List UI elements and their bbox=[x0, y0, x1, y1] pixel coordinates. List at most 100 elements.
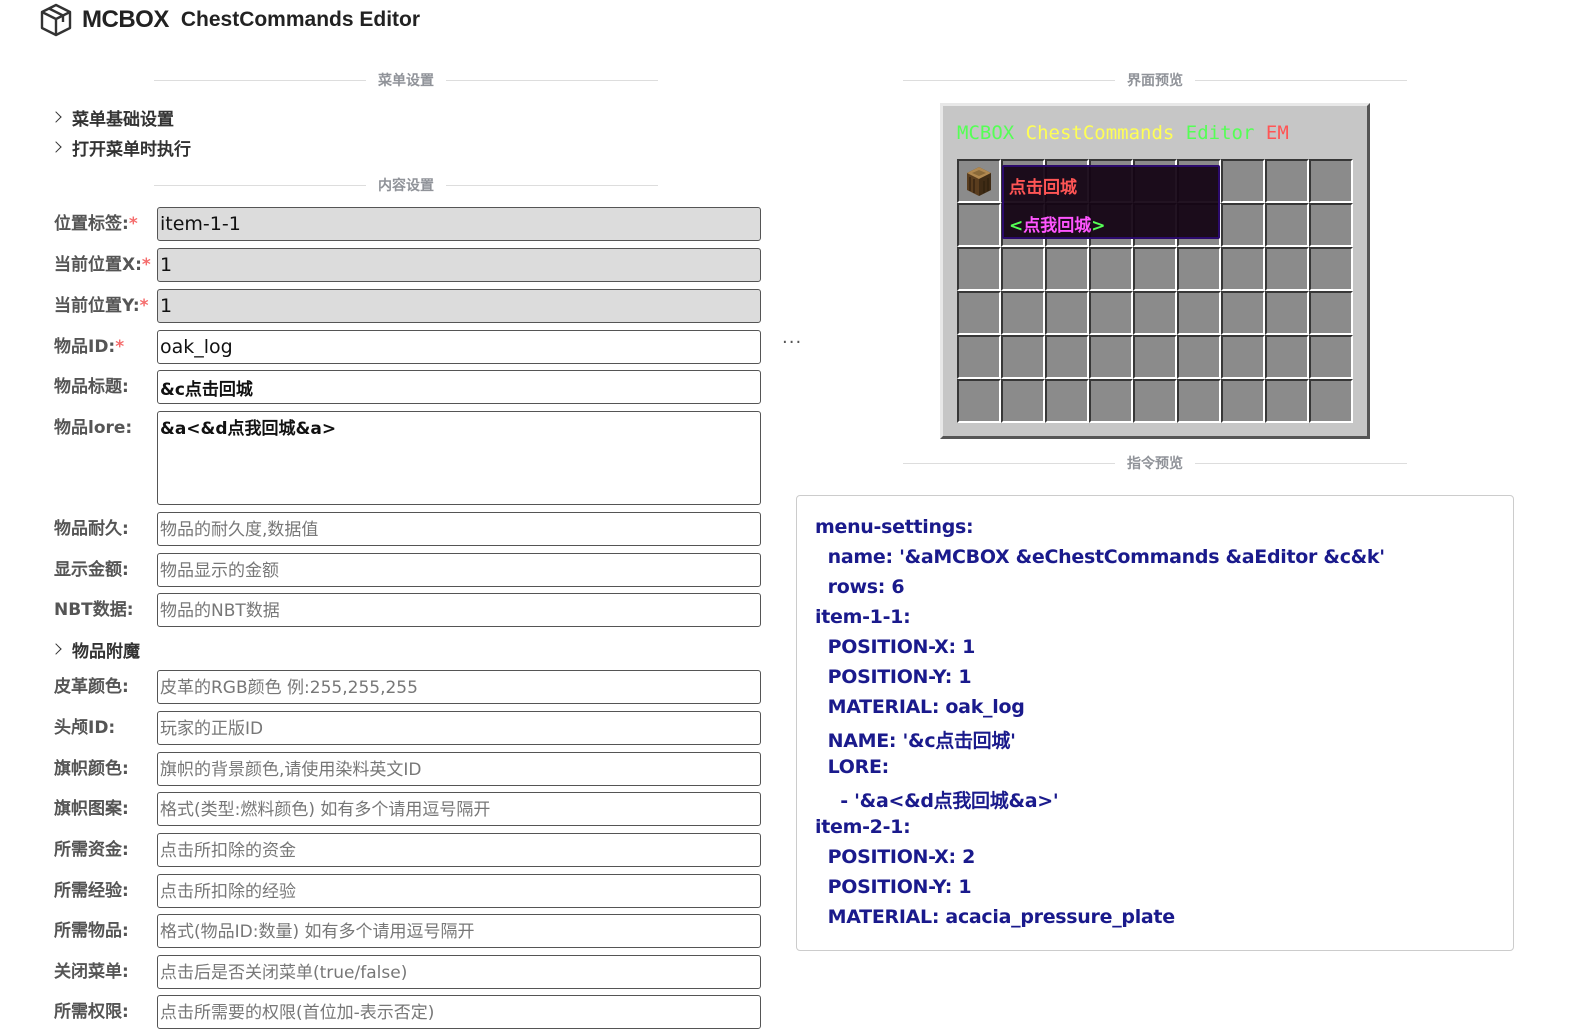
item-title-input[interactable] bbox=[157, 370, 761, 404]
oak-log-icon bbox=[967, 167, 991, 196]
inventory-slot[interactable] bbox=[957, 247, 1001, 291]
field-label: 物品lore: bbox=[54, 418, 133, 438]
tooltip-item-lore: <点我回城> bbox=[1009, 216, 1106, 236]
inventory-slot[interactable] bbox=[1265, 335, 1309, 379]
field-label: 所需资金: bbox=[54, 840, 129, 860]
inventory-slot[interactable] bbox=[1221, 335, 1265, 379]
required-items-input[interactable] bbox=[157, 914, 761, 948]
inventory-slot[interactable] bbox=[1221, 159, 1265, 203]
inventory-slot[interactable] bbox=[1265, 159, 1309, 203]
inventory-slot[interactable] bbox=[1133, 335, 1177, 379]
inventory-slot[interactable] bbox=[957, 159, 1001, 203]
field-label: 物品标题: bbox=[54, 377, 129, 397]
inventory-slot[interactable] bbox=[1177, 379, 1221, 423]
banner-color-input[interactable] bbox=[157, 752, 761, 786]
inventory-slot[interactable] bbox=[1001, 379, 1045, 423]
inventory-slot[interactable] bbox=[1089, 247, 1133, 291]
inventory-slot[interactable] bbox=[1309, 291, 1353, 335]
collapse-menu-open[interactable]: 打开菜单时执行 bbox=[50, 135, 191, 160]
app-title: ChestCommands Editor bbox=[180, 8, 421, 31]
inventory-slot[interactable] bbox=[1309, 379, 1353, 423]
required-money-input[interactable] bbox=[157, 833, 761, 867]
section-divider-command: 指令预览 bbox=[903, 453, 1407, 473]
inventory-slot[interactable] bbox=[1265, 379, 1309, 423]
inventory-slot[interactable] bbox=[1265, 203, 1309, 247]
inventory-slot[interactable] bbox=[957, 379, 1001, 423]
collapse-menu-basic[interactable]: 菜单基础设置 bbox=[50, 105, 174, 130]
inventory-slot[interactable] bbox=[1309, 203, 1353, 247]
inventory-slot[interactable] bbox=[1309, 247, 1353, 291]
inventory-slot[interactable] bbox=[1133, 379, 1177, 423]
field-label: 所需权限: bbox=[54, 1002, 129, 1022]
position-tag-input[interactable] bbox=[157, 207, 761, 241]
inventory-slot[interactable] bbox=[1045, 291, 1089, 335]
collapse-label: 物品附魔 bbox=[72, 641, 140, 662]
item-lore-textarea[interactable]: &a<&d点我回城&a> bbox=[157, 411, 761, 505]
field-label: 所需物品: bbox=[54, 921, 129, 941]
inventory-slot[interactable] bbox=[1309, 159, 1353, 203]
inventory-slot[interactable] bbox=[1045, 335, 1089, 379]
collapse-enchant[interactable]: 物品附魔 bbox=[50, 637, 140, 662]
inventory-slot[interactable] bbox=[1177, 335, 1221, 379]
command-preview-box: menu-settings: name: '&aMCBOX &eChestCom… bbox=[796, 495, 1514, 951]
section-divider-content: 内容设置 bbox=[154, 175, 658, 195]
permission-input[interactable] bbox=[157, 995, 761, 1029]
section-divider-menu: 菜单设置 bbox=[154, 70, 658, 90]
inventory-slot[interactable] bbox=[1045, 247, 1089, 291]
position-y-input[interactable] bbox=[157, 289, 761, 323]
inventory-slot[interactable] bbox=[957, 291, 1001, 335]
inventory-slot[interactable] bbox=[1221, 379, 1265, 423]
code-line: MATERIAL: oak_log bbox=[815, 696, 1025, 718]
required-exp-input[interactable] bbox=[157, 874, 761, 908]
inventory-slot[interactable] bbox=[1133, 291, 1177, 335]
chevron-right-icon bbox=[50, 111, 62, 123]
close-menu-input[interactable] bbox=[157, 955, 761, 989]
field-label: 头颅ID: bbox=[54, 718, 116, 738]
field-label: NBT数据: bbox=[54, 600, 134, 620]
inventory-slot[interactable] bbox=[1177, 247, 1221, 291]
field-label: 物品ID:* bbox=[54, 337, 125, 357]
nbt-input[interactable] bbox=[157, 593, 761, 627]
inventory-slot[interactable] bbox=[1133, 247, 1177, 291]
price-input[interactable] bbox=[157, 553, 761, 587]
inventory-slot[interactable] bbox=[1089, 335, 1133, 379]
field-label: 旗帜颜色: bbox=[54, 759, 129, 779]
inventory-slot[interactable] bbox=[1221, 291, 1265, 335]
inventory-slot[interactable] bbox=[1177, 291, 1221, 335]
code-line: POSITION-Y: 1 bbox=[815, 876, 972, 898]
inventory-slot[interactable] bbox=[1221, 247, 1265, 291]
section-title: 指令预览 bbox=[1127, 456, 1183, 472]
inventory-slot[interactable] bbox=[957, 335, 1001, 379]
inventory-slot[interactable] bbox=[1265, 291, 1309, 335]
item-id-input[interactable] bbox=[157, 330, 761, 364]
inventory-slot[interactable] bbox=[1001, 247, 1045, 291]
more-options-icon[interactable]: ··· bbox=[782, 332, 802, 353]
inventory-slot[interactable] bbox=[1221, 203, 1265, 247]
code-line: LORE: bbox=[815, 756, 890, 778]
field-label: 所需经验: bbox=[54, 881, 129, 901]
tooltip-item-name: 点击回城 bbox=[1009, 178, 1077, 198]
section-title: 菜单设置 bbox=[378, 73, 434, 89]
chest-gui-title: MCBOX ChestCommands Editor EM bbox=[957, 122, 1289, 144]
inventory-slot[interactable] bbox=[1309, 335, 1353, 379]
inventory-slot[interactable] bbox=[1001, 335, 1045, 379]
position-x-input[interactable] bbox=[157, 248, 761, 282]
inventory-slot[interactable] bbox=[1089, 379, 1133, 423]
section-title: 界面预览 bbox=[1127, 73, 1183, 89]
leather-color-input[interactable] bbox=[157, 670, 761, 704]
brand-name: MCBOX bbox=[82, 6, 169, 33]
inventory-slot[interactable] bbox=[1089, 291, 1133, 335]
inventory-slot[interactable] bbox=[1001, 291, 1045, 335]
skull-id-input[interactable] bbox=[157, 711, 761, 745]
durability-input[interactable] bbox=[157, 512, 761, 546]
field-label: 当前位置X:* bbox=[54, 255, 151, 275]
inventory-slot[interactable] bbox=[957, 203, 1001, 247]
inventory-slot[interactable] bbox=[1265, 247, 1309, 291]
field-label: 关闭菜单: bbox=[54, 962, 129, 982]
code-line: item-2-1: bbox=[815, 816, 911, 838]
code-line: rows: 6 bbox=[815, 576, 905, 598]
inventory-slot[interactable] bbox=[1045, 379, 1089, 423]
banner-pattern-input[interactable] bbox=[157, 792, 761, 826]
section-title: 内容设置 bbox=[378, 178, 434, 194]
code-line: - '&a<&d点我回城&a>' bbox=[815, 790, 1059, 812]
